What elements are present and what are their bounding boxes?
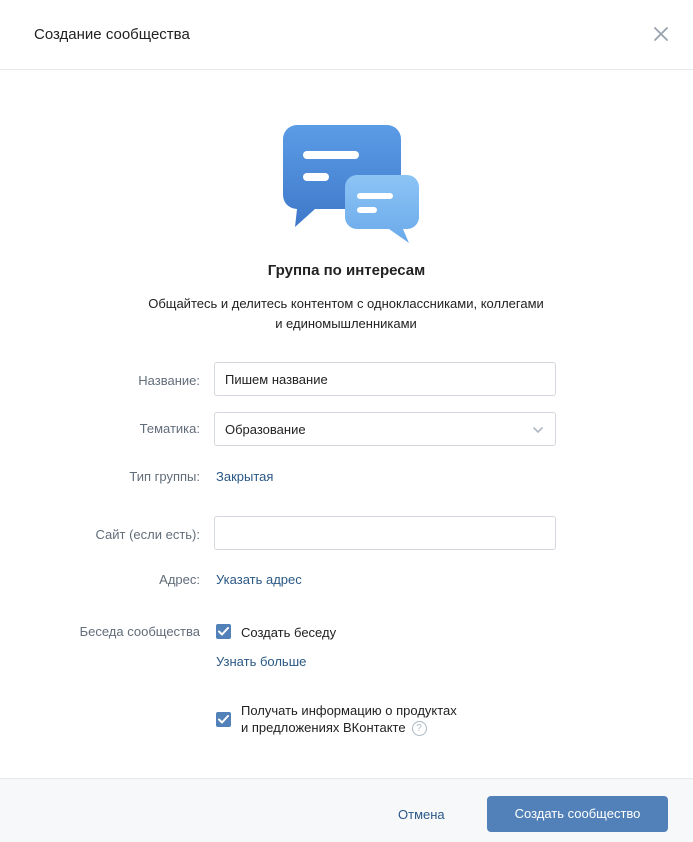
name-label: Название:: [138, 373, 200, 388]
create-community-button[interactable]: Создать сообщество: [487, 796, 668, 832]
name-input[interactable]: [214, 362, 556, 396]
cancel-button[interactable]: Отмена: [398, 807, 445, 822]
topic-label: Тематика:: [139, 421, 200, 436]
promo-label: Получать информацию о продуктах и предло…: [241, 702, 457, 737]
checkmark-icon: [218, 627, 229, 636]
site-label: Сайт (если есть):: [95, 527, 200, 542]
promo-checkbox[interactable]: [216, 712, 231, 727]
site-input[interactable]: [214, 516, 556, 550]
topic-select-value: Образование: [225, 422, 306, 437]
chevron-down-icon: [533, 427, 543, 434]
dialog-footer: Отмена Создать сообщество: [0, 778, 693, 842]
group-type-label: Тип группы:: [129, 469, 200, 484]
promo-label-line2: и предложениях ВКонтакте?: [241, 719, 457, 737]
create-chat-label: Создать беседу: [241, 625, 337, 640]
chat-label: Беседа сообщества: [79, 624, 200, 639]
community-type-description: Общайтесь и делитесь контентом с однокла…: [148, 296, 544, 331]
checkmark-icon: [218, 715, 229, 724]
close-icon: [654, 27, 668, 41]
group-type-link[interactable]: Закрытая: [216, 469, 273, 484]
topic-select[interactable]: Образование: [214, 412, 556, 446]
dialog-title: Создание сообщества: [34, 26, 190, 43]
close-button[interactable]: [649, 22, 673, 46]
dialog-header: Создание сообщества: [0, 0, 693, 70]
community-type-title: Группа по интересам: [267, 262, 426, 279]
learn-more-link[interactable]: Узнать больше: [216, 654, 306, 669]
chat-bubbles-icon: [283, 125, 419, 243]
promo-label-line1: Получать информацию о продуктах: [241, 703, 457, 718]
promo-label-line2-text: и предложениях ВКонтакте: [241, 720, 406, 735]
address-label: Адрес:: [159, 572, 200, 587]
help-icon[interactable]: ?: [411, 721, 427, 737]
address-link[interactable]: Указать адрес: [216, 572, 302, 587]
create-chat-checkbox[interactable]: [216, 624, 231, 639]
create-community-dialog: Создание сообщества Группа по интересам …: [0, 0, 693, 842]
